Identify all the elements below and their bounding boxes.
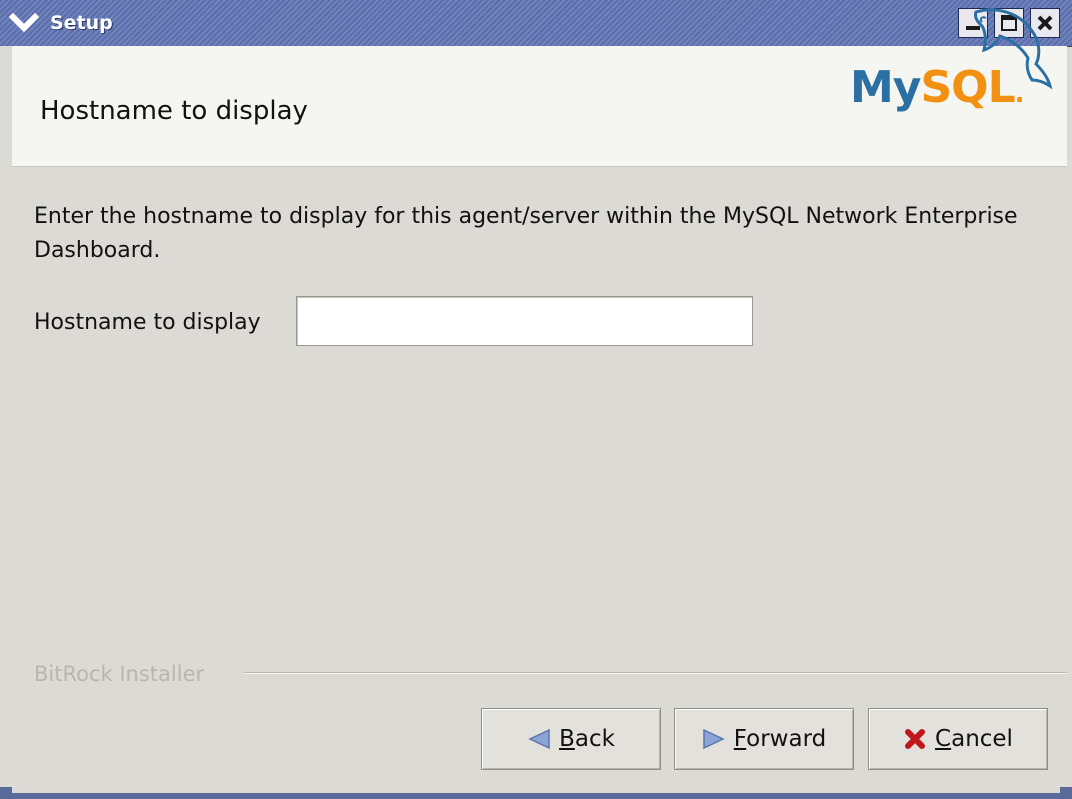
- back-button-label: Back: [559, 726, 615, 752]
- installer-brand: BitRock Installer: [34, 662, 205, 686]
- chevron-down-icon: [9, 13, 39, 33]
- mysql-logo: MySQL.: [850, 66, 1024, 110]
- hostname-input[interactable]: [296, 296, 753, 346]
- logo-my-text: My: [850, 62, 921, 113]
- cancel-button-label: Cancel: [935, 726, 1013, 752]
- logo-dot: .: [1014, 79, 1025, 109]
- logo-sql-text: SQL: [920, 62, 1015, 113]
- setup-window: Setup Hostname to display MySQL. Enter t…: [0, 0, 1072, 799]
- window-title: Setup: [50, 12, 113, 34]
- window-bottom-inner: [12, 787, 1060, 793]
- divider: [244, 672, 1067, 674]
- window-menu-button[interactable]: [6, 10, 42, 36]
- cancel-x-icon: [905, 729, 926, 749]
- page-title: Hostname to display: [40, 96, 308, 126]
- instructions-text: Enter the hostname to display for this a…: [34, 204, 1018, 263]
- cancel-button[interactable]: Cancel: [868, 708, 1048, 770]
- window-left-border: [0, 46, 12, 787]
- back-button[interactable]: Back: [481, 708, 661, 770]
- forward-button[interactable]: Forward: [674, 708, 854, 770]
- hostname-label: Hostname to display: [34, 310, 261, 335]
- forward-arrow-icon: [702, 728, 725, 750]
- forward-button-label: Forward: [733, 726, 827, 752]
- back-arrow-icon: [528, 728, 550, 750]
